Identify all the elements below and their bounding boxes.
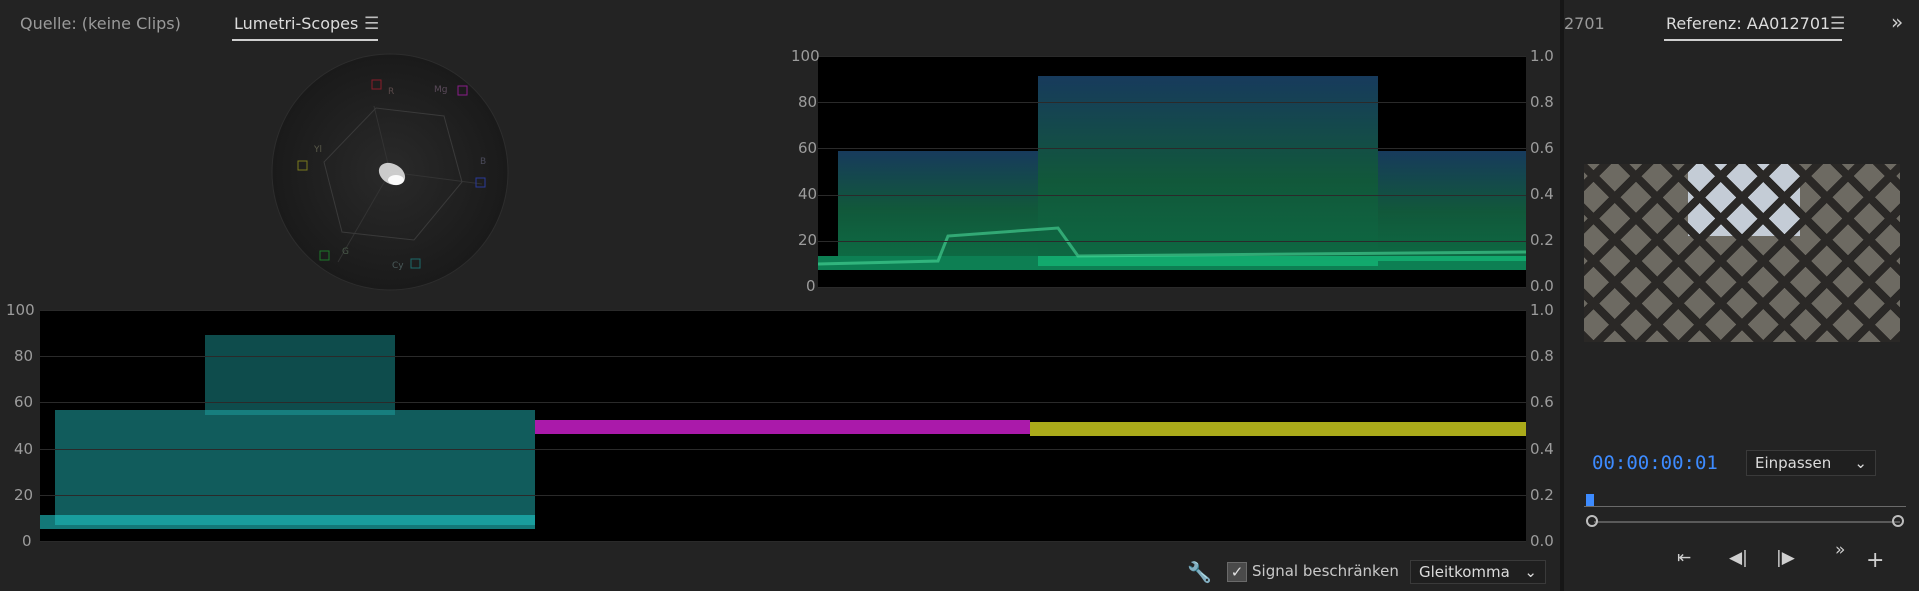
label-r: R <box>388 87 394 97</box>
luma-waveform <box>817 56 1527 288</box>
parade-left-tick: 0 <box>22 532 32 550</box>
chevron-down-icon: ⌄ <box>1524 563 1537 581</box>
fit-value: Einpassen <box>1755 454 1832 472</box>
signal-checkbox[interactable]: ✓ <box>1227 562 1247 582</box>
parade-left-tick: 100 <box>6 301 35 319</box>
panel-menu-icon[interactable]: ☰ <box>1830 14 1845 34</box>
parade-right-tick: 0.6 <box>1530 393 1554 411</box>
luma-right-tick: 0.8 <box>1530 93 1554 111</box>
luma-right-tick: 0.4 <box>1530 185 1554 203</box>
luma-left-tick: 60 <box>798 139 818 157</box>
parade-right-tick: 0.4 <box>1530 440 1554 458</box>
label-cy: Cy <box>392 261 404 271</box>
parade-right-tick: 0.2 <box>1530 486 1554 504</box>
add-button-icon[interactable]: + <box>1866 548 1884 573</box>
luma-right-tick: 0.0 <box>1530 277 1554 295</box>
parade-right-tick: 0.8 <box>1530 347 1554 365</box>
luma-left-tick: 20 <box>798 231 818 249</box>
playhead[interactable] <box>1586 494 1594 506</box>
luma-left-tick: 40 <box>798 185 818 203</box>
fit-dropdown[interactable]: Einpassen ⌄ <box>1746 450 1876 476</box>
parade-right-tick: 1.0 <box>1530 301 1554 319</box>
chevron-down-icon: ⌄ <box>1854 454 1867 472</box>
step-back-icon[interactable]: ◀︎| <box>1729 548 1748 568</box>
parade-left-tick: 40 <box>14 440 34 458</box>
zoom-handle-right[interactable] <box>1892 515 1904 527</box>
luma-left-tick: 0 <box>806 277 816 295</box>
zoom-scrollbar[interactable] <box>1594 521 1900 523</box>
parade-left-tick: 20 <box>14 486 34 504</box>
label-b: B <box>480 157 486 167</box>
label-g: G <box>342 247 349 257</box>
step-forward-icon[interactable]: |▶︎ <box>1776 548 1795 568</box>
active-tab-underline <box>1664 39 1842 41</box>
vectorscope: R Mg B Cy G Yl <box>271 53 509 291</box>
label-mg: Mg <box>434 85 447 95</box>
luma-waveform-trace <box>817 76 1527 270</box>
wrench-icon[interactable]: 🔧 <box>1187 560 1212 584</box>
reference-frame-image <box>1584 164 1900 342</box>
tab-partial[interactable]: 2701 <box>1564 14 1605 33</box>
zoom-handle-left[interactable] <box>1586 515 1598 527</box>
parade-right-tick: 0.0 <box>1530 532 1554 550</box>
timecode[interactable]: 00:00:00:01 <box>1592 452 1718 474</box>
time-ruler[interactable] <box>1584 506 1906 507</box>
label-yl: Yl <box>313 145 322 155</box>
mode-value: Gleitkomma <box>1419 563 1510 581</box>
go-to-in-icon[interactable]: ⇤ <box>1677 548 1691 568</box>
luma-left-tick: 100 <box>791 47 820 65</box>
luma-right-tick: 0.2 <box>1530 231 1554 249</box>
parade-left-tick: 60 <box>14 393 34 411</box>
reference-monitor-panel: 2701 Referenz: AA012701 ☰ » 00:00:00:01 … <box>1564 0 1919 591</box>
tab-lumetri-scopes[interactable]: Lumetri-Scopes <box>234 14 358 33</box>
parade-left-tick: 80 <box>14 347 34 365</box>
rgb-parade-trace <box>40 335 1526 529</box>
luma-right-tick: 0.6 <box>1530 139 1554 157</box>
vectorscope-trace-core <box>388 175 404 185</box>
luma-left-tick: 80 <box>798 93 818 111</box>
active-tab-underline <box>232 39 378 41</box>
scopes-bottom-bar: 🔧 ✓ Signal beschränken Gleitkomma ⌄ <box>0 556 1560 591</box>
panel-menu-icon[interactable]: ☰ <box>364 14 379 34</box>
overflow-chevron-icon[interactable]: » <box>1835 540 1845 560</box>
signal-label: Signal beschränken <box>1252 562 1399 580</box>
rgb-parade-waveform <box>40 310 1526 542</box>
tab-reference[interactable]: Referenz: AA012701 <box>1666 14 1830 33</box>
luma-right-tick: 1.0 <box>1530 47 1554 65</box>
lumetri-scopes-panel: Quelle: (keine Clips) Lumetri-Scopes ☰ R… <box>0 0 1560 591</box>
tab-source[interactable]: Quelle: (keine Clips) <box>20 14 181 33</box>
mode-dropdown[interactable]: Gleitkomma ⌄ <box>1410 560 1546 584</box>
overflow-chevron-icon[interactable]: » <box>1891 10 1903 34</box>
